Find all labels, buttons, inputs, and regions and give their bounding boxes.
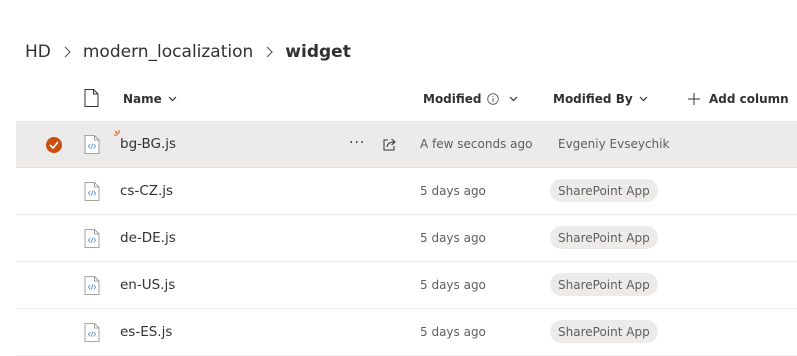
modified-date: 5 days ago [420,231,486,245]
checkmark-icon[interactable] [46,137,62,153]
chevron-right-icon [63,46,71,58]
more-actions-button[interactable]: ··· [349,135,365,151]
modified-date: 5 days ago [420,184,486,198]
name-column-header[interactable]: Name [123,84,177,114]
modified-by-badge[interactable]: SharePoint App [550,226,658,249]
code-file-icon [84,276,100,295]
file-row[interactable]: en-US.js 5 days ago SharePoint App [16,262,797,309]
file-type-icon [84,88,99,110]
modified-date: A few seconds ago [420,137,533,151]
modified-column-label: Modified [423,92,482,106]
code-file-icon [84,182,100,201]
modified-by-badge[interactable]: SharePoint App [550,320,658,343]
breadcrumb-item-modern-localization[interactable]: modern_localization [83,42,253,62]
name-column-label: Name [123,92,162,106]
add-column-button[interactable]: Add column [688,84,789,114]
column-header-row: Name Modified Modified By Add column [0,84,797,114]
plus-icon [688,93,700,105]
file-name-link[interactable]: en-US.js [120,262,175,308]
modified-column-header[interactable]: Modified [423,84,518,114]
modified-date: 5 days ago [420,278,486,292]
file-row[interactable]: bg-BG.js ··· A few seconds ago Evgeniy E… [16,121,797,168]
modified-by-column-header[interactable]: Modified By [553,84,648,114]
chevron-down-icon [509,96,518,102]
chevron-down-icon [639,96,648,102]
file-row[interactable]: de-DE.js 5 days ago SharePoint App [16,215,797,262]
file-name-link[interactable]: bg-BG.js [120,121,176,167]
code-file-icon [84,135,100,154]
modified-by-badge[interactable]: SharePoint App [550,179,658,202]
file-name-link[interactable]: es-ES.js [120,309,172,355]
chevron-down-icon [168,96,177,102]
add-column-label: Add column [709,92,789,106]
modified-by-badge[interactable]: SharePoint App [550,273,658,296]
modified-by-user[interactable]: Evgeniy Evseychik [558,121,669,167]
file-row[interactable]: es-ES.js 5 days ago SharePoint App [16,309,797,356]
modified-by-column-label: Modified By [553,92,633,106]
file-name-link[interactable]: cs-CZ.js [120,168,173,214]
breadcrumb-item-widget: widget [285,42,351,62]
code-file-icon [84,229,100,248]
file-name-link[interactable]: de-DE.js [120,215,176,261]
chevron-right-icon [265,46,274,58]
file-row[interactable]: cs-CZ.js 5 days ago SharePoint App [16,168,797,215]
file-type-column-header[interactable] [84,84,99,114]
share-icon[interactable] [382,136,398,152]
info-icon[interactable] [486,93,499,105]
modified-date: 5 days ago [420,325,486,339]
breadcrumb: HD modern_localization widget [25,40,351,64]
breadcrumb-item-hd[interactable]: HD [25,42,51,62]
code-file-icon [84,323,100,342]
